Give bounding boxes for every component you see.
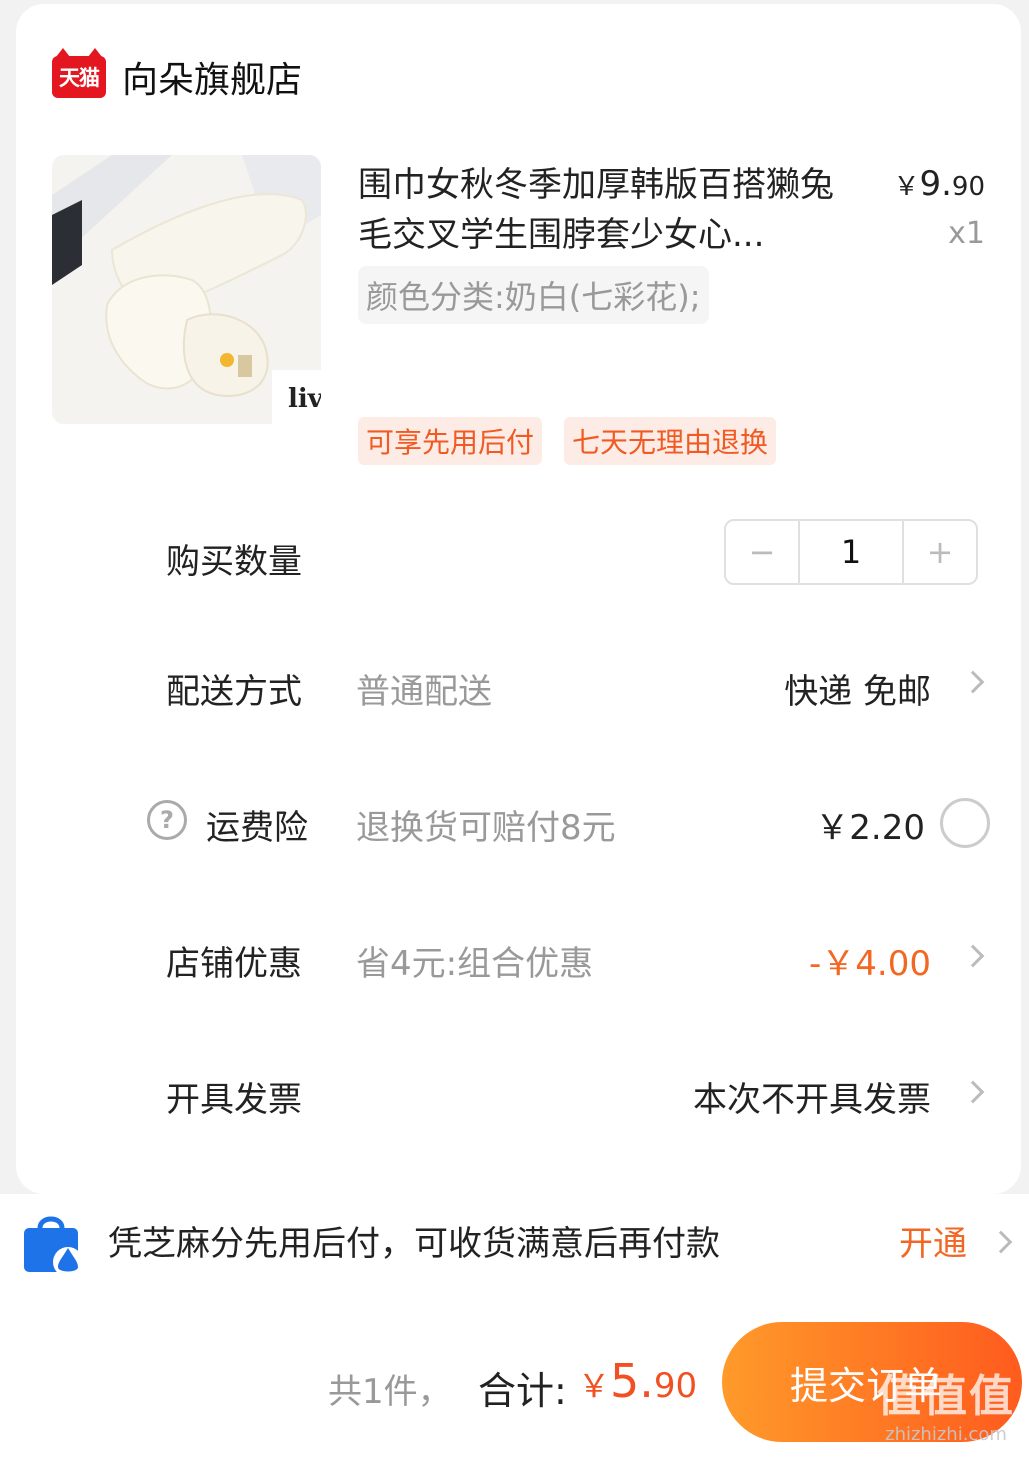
watermark-url: zhizhizhi.com: [885, 1424, 1007, 1445]
item-count: 共1件，: [328, 1372, 452, 1412]
chevron-right-icon: [961, 944, 985, 968]
discount-label: 店铺优惠: [166, 944, 302, 984]
store-header[interactable]: 天猫 向朵旗舰店: [52, 48, 302, 106]
discount-value: -￥4.00: [809, 944, 931, 984]
decrement-button[interactable]: −: [726, 521, 798, 583]
shipping-label: 配送方式: [166, 672, 302, 712]
chevron-right-icon: [961, 670, 985, 694]
invoice-value: 本次不开具发票: [693, 1080, 931, 1120]
chevron-right-icon: [961, 1080, 985, 1104]
activate-link[interactable]: 开通: [899, 1216, 967, 1265]
insurance-label: 运费险: [206, 808, 308, 848]
quantity-input[interactable]: 1: [798, 521, 904, 583]
product-image[interactable]: liv: [52, 155, 321, 424]
product-title[interactable]: 围巾女秋冬季加厚韩版百搭獭兔毛交叉学生围脖套少女心...: [358, 160, 838, 260]
scarf-image-icon: liv: [52, 155, 321, 424]
insurance-desc: 退换货可赔付8元: [356, 808, 616, 848]
pay-later-text: 凭芝麻分先用后付，可收货满意后再付款: [108, 1224, 720, 1264]
watermark-logo: 值值值: [877, 1371, 1015, 1422]
chevron-right-icon: [989, 1230, 1013, 1254]
order-card: 天猫 向朵旗舰店 liv 围巾女秋冬季加厚韩版百搭獭兔毛交叉学生围脖套少女心..…: [16, 4, 1021, 1194]
sku-selector[interactable]: 颜色分类:奶白(七彩花);: [358, 266, 709, 324]
help-icon[interactable]: ?: [147, 800, 187, 840]
total-label: 合计:: [478, 1369, 567, 1413]
quantity-label: 购买数量: [166, 542, 302, 582]
total-price: ￥5.90: [578, 1354, 698, 1408]
tag-free-return: 七天无理由退换: [564, 417, 777, 465]
store-name: 向朵旗舰店: [122, 60, 303, 101]
quantity-stepper[interactable]: − 1 +: [724, 519, 978, 585]
tag-pay-later: 可享先用后付: [358, 417, 543, 465]
checkout-bar: 共1件， 合计: ￥5.90 提交订单 值值值 zhizhizhi.com: [0, 1292, 1029, 1459]
watermark: 值值值 zhizhizhi.com: [877, 1360, 1015, 1445]
product-quantity: x1: [948, 216, 985, 251]
product-price: ￥9.90: [893, 164, 985, 204]
insurance-price: ￥2.20: [815, 808, 925, 848]
shipping-method: 普通配送: [356, 672, 492, 712]
insurance-radio[interactable]: [940, 798, 990, 848]
increment-button[interactable]: +: [904, 521, 976, 583]
shopping-bag-icon: [24, 1216, 83, 1277]
discount-desc: 省4元:组合优惠: [356, 944, 594, 984]
invoice-label: 开具发票: [166, 1080, 302, 1120]
tmall-logo-icon: 天猫: [52, 48, 106, 98]
pay-later-banner[interactable]: 凭芝麻分先用后付，可收货满意后再付款 开通: [0, 1194, 1029, 1292]
svg-text:liv: liv: [288, 384, 321, 414]
shipping-value: 快递 免邮: [784, 672, 931, 712]
